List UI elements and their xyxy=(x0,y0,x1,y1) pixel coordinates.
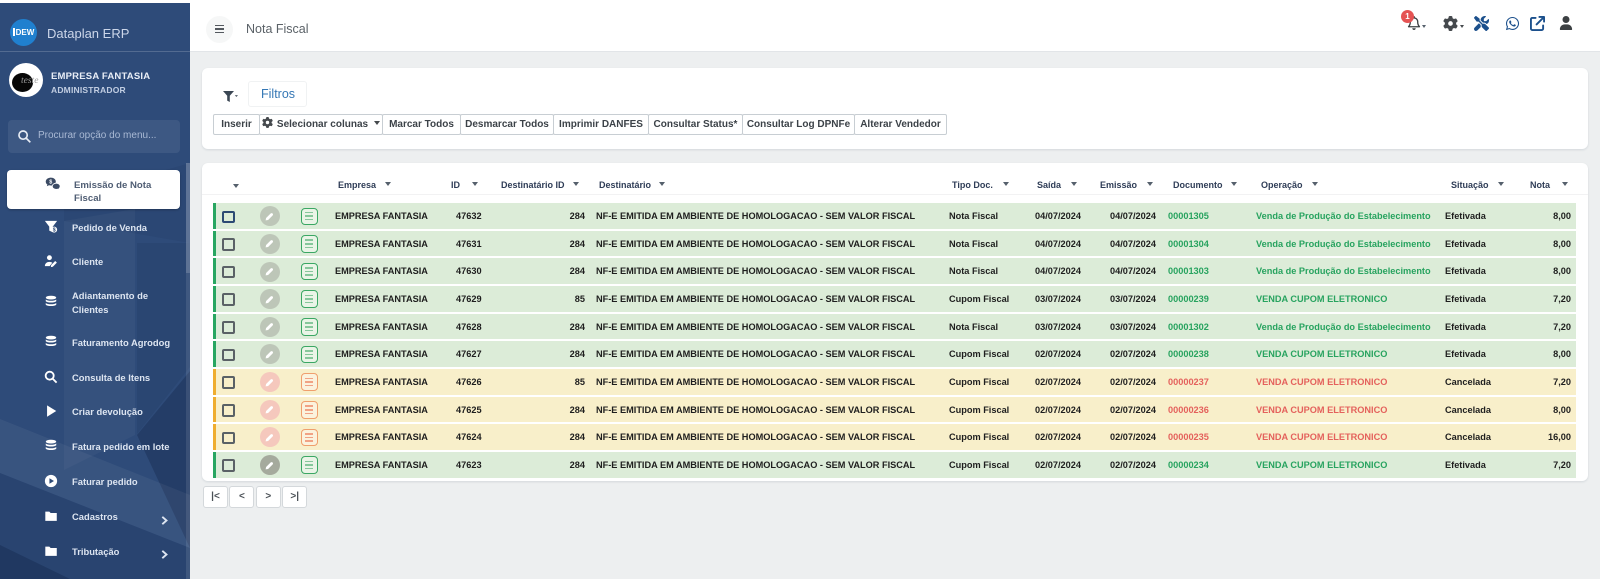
svg-text:$: $ xyxy=(53,227,56,233)
svg-text:$: $ xyxy=(49,179,52,185)
